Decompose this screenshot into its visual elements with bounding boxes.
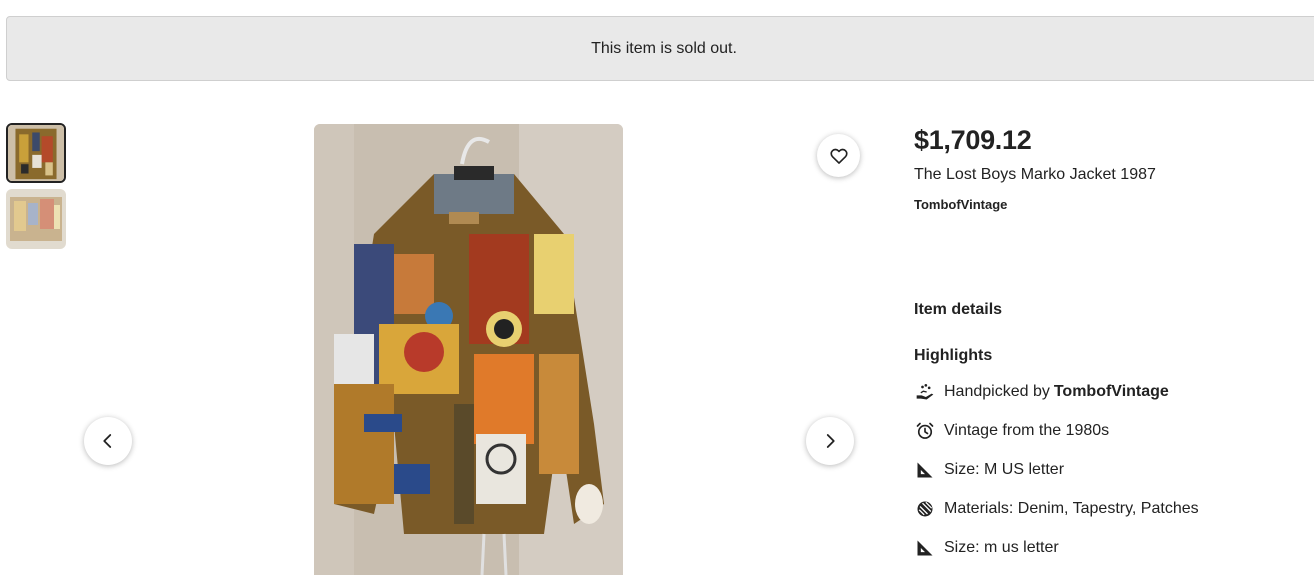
next-image-button[interactable] [806,417,854,465]
ruler-triangle-icon [914,459,936,481]
sold-out-banner: This item is sold out. [6,16,1314,81]
thumbnail-image [8,125,64,181]
heart-icon [829,148,848,164]
highlight-size-text: Size: m us letter [944,539,1059,556]
hand-picked-icon [914,381,936,403]
highlight-handpicked-shop: TombofVintage [1053,383,1169,400]
highlight-size-1: Size: M US letter [914,459,1064,481]
thumbnail-1[interactable] [6,123,66,183]
sold-out-message: This item is sold out. [591,39,737,57]
highlight-size-text: Size: M US letter [944,461,1065,478]
jacket-photo [314,124,623,575]
highlights-heading: Highlights [914,347,993,364]
item-details-heading[interactable]: Item details [914,301,1002,319]
materials-icon [914,498,936,520]
item-price: $1,709.12 [914,125,1032,155]
highlight-vintage-text: Vintage from the 1980s [944,422,1110,439]
item-title: The Lost Boys Marko Jacket 1987 [914,166,1156,183]
thumbnail-image [6,189,66,249]
previous-image-button[interactable] [84,417,132,465]
highlight-materials: Materials: Denim, Tapestry, Patches [914,498,1199,520]
highlight-materials-text: Materials: Denim, Tapestry, Patches [944,500,1199,517]
shop-name-link[interactable]: TombofVintage [914,197,1007,212]
highlight-handpicked-prefix: Handpicked by [944,383,1050,400]
main-product-image [314,124,623,575]
favorite-button[interactable] [817,134,860,177]
ruler-triangle-icon [914,537,936,559]
highlight-size-2: Size: m us letter [914,537,1059,559]
highlight-handpicked: Handpicked by TombofVintage [914,381,1169,403]
chevron-left-icon [103,434,112,448]
chevron-right-icon [826,434,835,448]
thumbnail-2[interactable] [6,189,66,249]
highlight-vintage: Vintage from the 1980s [914,420,1109,442]
alarm-clock-icon [914,420,936,442]
